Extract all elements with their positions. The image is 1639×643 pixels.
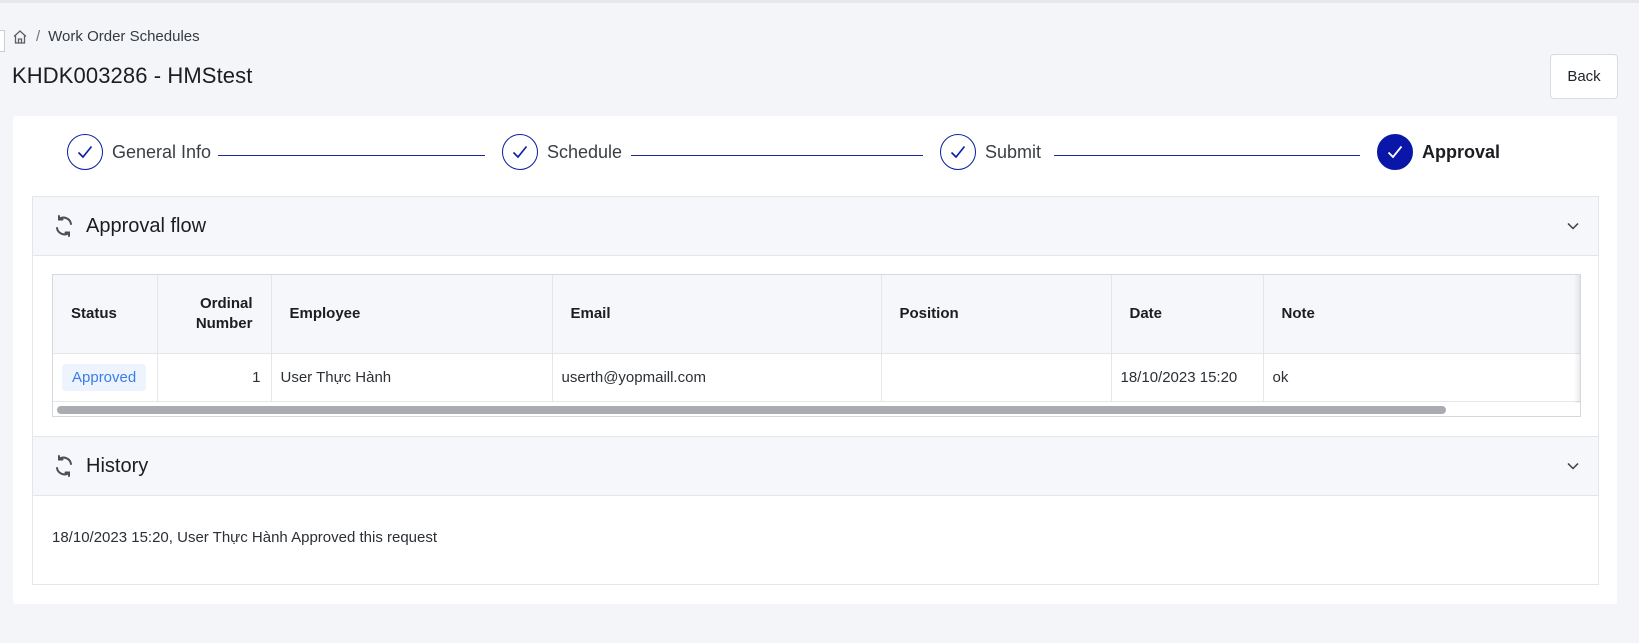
position-cell: [881, 353, 1112, 402]
check-icon: [502, 134, 538, 170]
breadcrumb-current[interactable]: Work Order Schedules: [48, 28, 199, 45]
scroll-shadow: [1574, 275, 1580, 403]
page-title: KHDK003286 - HMStest: [12, 63, 253, 88]
check-icon: [940, 134, 976, 170]
step-schedule[interactable]: Schedule: [502, 134, 622, 170]
step-label: Submit: [985, 141, 1042, 162]
scrollbar-thumb[interactable]: [57, 406, 1446, 414]
approval-flow-header[interactable]: Approval flow: [33, 197, 1598, 256]
history-panel: History 18/10/2023 15:20, User Thực Hành…: [32, 436, 1599, 585]
check-icon: [1377, 134, 1413, 170]
step-general-info[interactable]: General Info: [67, 134, 211, 170]
sidebar-toggle-tab[interactable]: [0, 30, 5, 52]
status-badge: Approved: [62, 363, 147, 391]
column-header-status[interactable]: Status: [53, 275, 158, 354]
home-icon[interactable]: [12, 29, 28, 45]
step-connector: [218, 155, 485, 156]
main-card: General Info Schedule Submit Approval Ap…: [13, 116, 1617, 604]
note-cell: ok: [1263, 353, 1580, 402]
breadcrumb-separator: /: [36, 28, 41, 45]
column-header-email[interactable]: Email: [552, 275, 882, 354]
top-border: [0, 0, 1639, 3]
step-connector: [1054, 155, 1360, 156]
column-header-note[interactable]: Note: [1263, 275, 1580, 354]
column-header-employee[interactable]: Employee: [271, 275, 553, 354]
column-header-ordinal-number[interactable]: Ordinal Number: [157, 275, 272, 354]
horizontal-scrollbar[interactable]: [53, 403, 1580, 416]
approval-table: Status Ordinal Number Employee Email Pos…: [53, 275, 1580, 402]
employee-cell: User Thực Hành: [271, 353, 553, 402]
table-row[interactable]: Approved 1 User Thực Hành userth@yopmail…: [53, 353, 1580, 402]
step-submit[interactable]: Submit: [940, 134, 1041, 170]
back-button[interactable]: Back: [1550, 54, 1618, 99]
column-header-date[interactable]: Date: [1111, 275, 1264, 354]
history-entry: 18/10/2023 15:20, User Thực Hành Approve…: [52, 529, 438, 546]
table-header-row: Status Ordinal Number Employee Email Pos…: [53, 275, 1580, 354]
status-cell: Approved: [53, 353, 158, 402]
step-label: Approval: [1422, 141, 1501, 162]
step-connector: [631, 155, 923, 156]
date-cell: 18/10/2023 15:20: [1111, 353, 1264, 402]
email-cell: userth@yopmaill.com: [552, 353, 882, 402]
breadcrumb: / Work Order Schedules: [12, 28, 200, 45]
sync-icon: [52, 454, 76, 478]
ordinal-cell: 1: [157, 353, 272, 402]
approval-flow-panel: Approval flow Status Ordinal Number Empl…: [32, 196, 1599, 437]
chevron-down-icon[interactable]: [1566, 459, 1580, 473]
history-header[interactable]: History: [33, 437, 1598, 496]
step-label: Schedule: [547, 141, 623, 162]
step-approval[interactable]: Approval: [1377, 134, 1500, 170]
approval-flow-title: Approval flow: [86, 214, 207, 237]
check-icon: [67, 134, 103, 170]
step-label: General Info: [112, 141, 212, 162]
column-header-position[interactable]: Position: [881, 275, 1112, 354]
approval-table-container: Status Ordinal Number Employee Email Pos…: [52, 274, 1581, 417]
sync-icon: [52, 214, 76, 238]
chevron-down-icon[interactable]: [1566, 219, 1580, 233]
stepper: General Info Schedule Submit Approval: [13, 116, 1617, 196]
history-title: History: [86, 454, 149, 477]
